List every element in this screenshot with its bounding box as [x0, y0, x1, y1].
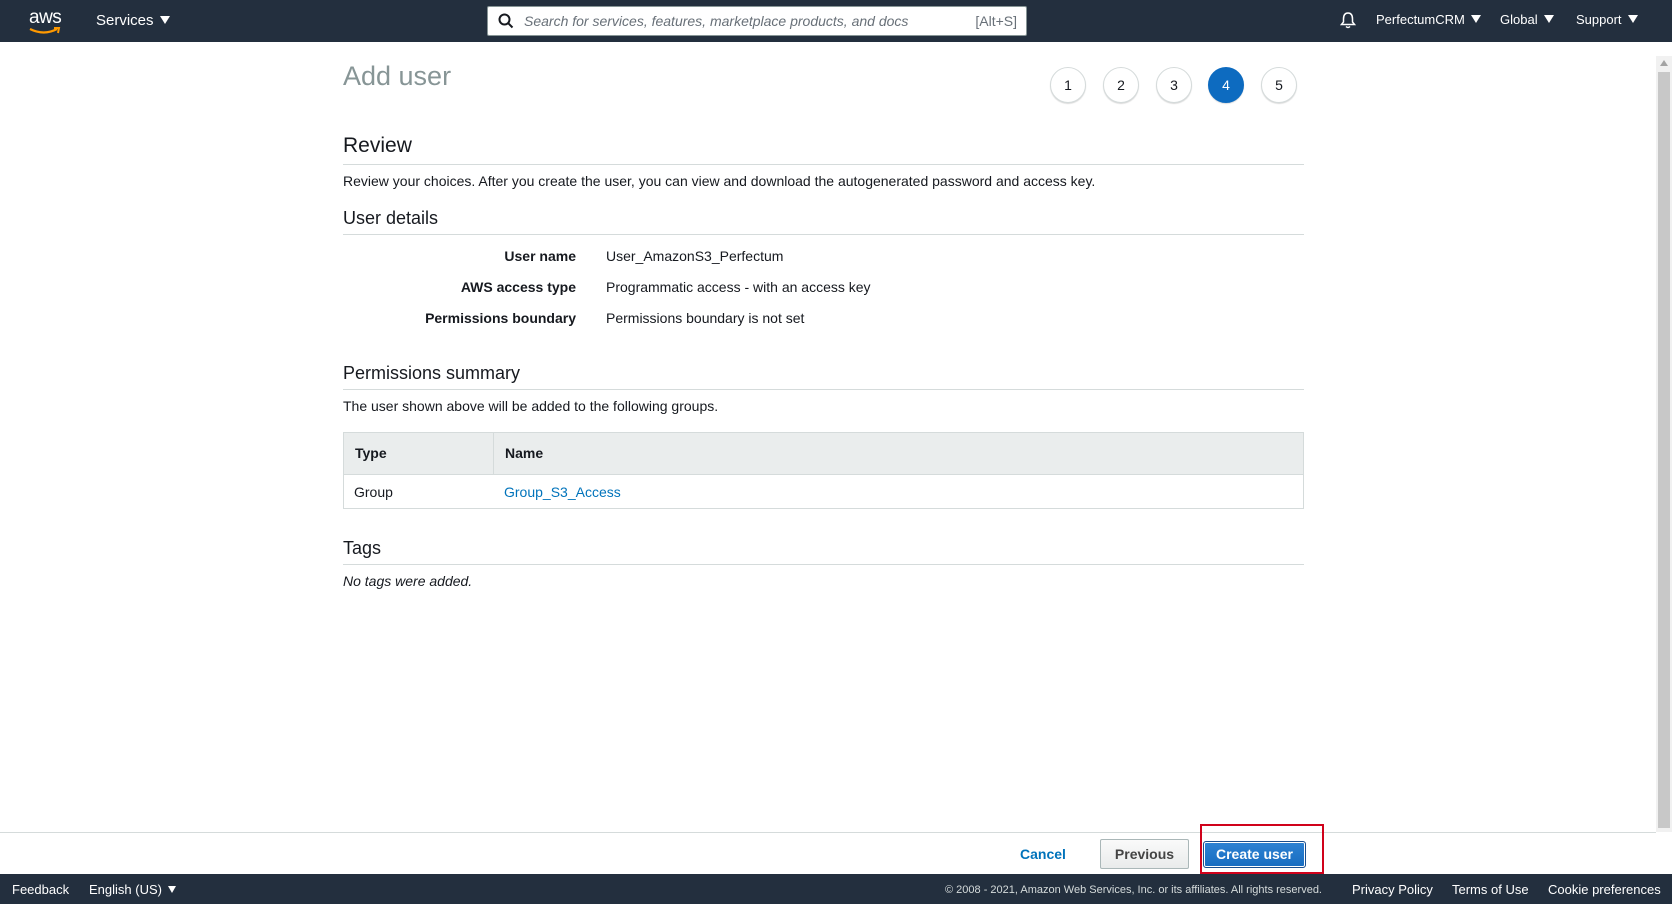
- no-tags-text: No tags were added.: [343, 573, 473, 589]
- search-input[interactable]: [524, 11, 944, 31]
- group-link[interactable]: Group_S3_Access: [494, 475, 621, 509]
- column-header-type[interactable]: Type: [344, 433, 494, 474]
- divider: [343, 564, 1304, 565]
- bell-icon[interactable]: [1340, 11, 1356, 29]
- create-user-button[interactable]: Create user: [1203, 841, 1306, 868]
- search-bar[interactable]: [Alt+S]: [487, 6, 1027, 36]
- cookie-preferences-link[interactable]: Cookie preferences: [1548, 882, 1661, 897]
- account-menu[interactable]: PerfectumCRM: [1376, 12, 1481, 27]
- language-selector[interactable]: English (US): [89, 882, 176, 897]
- row-type: Group: [354, 484, 393, 500]
- top-navigation: aws Services [Alt+S] PerfectumCRM Global…: [0, 0, 1672, 42]
- permissions-boundary-value: Permissions boundary is not set: [606, 310, 805, 326]
- page-title: Add user: [343, 61, 452, 91]
- user-name-label: User name: [504, 248, 576, 264]
- permissions-boundary-label: Permissions boundary: [425, 310, 576, 326]
- support-label: Support: [1576, 12, 1622, 27]
- region-label: Global: [1500, 12, 1538, 27]
- services-label: Services: [96, 12, 154, 29]
- chevron-down-icon: [159, 16, 170, 24]
- step-5[interactable]: 5: [1261, 67, 1297, 103]
- review-description: Review your choices. After you create th…: [343, 173, 1096, 189]
- user-name-value: User_AmazonS3_Perfectum: [606, 248, 784, 264]
- aws-smile-icon: [29, 27, 61, 34]
- account-label: PerfectumCRM: [1376, 12, 1465, 27]
- permissions-summary-heading: Permissions summary: [343, 363, 521, 383]
- column-header-name[interactable]: Name: [494, 433, 543, 474]
- search-icon: [498, 13, 514, 29]
- region-menu[interactable]: Global: [1500, 12, 1554, 27]
- chevron-down-icon: [1627, 15, 1638, 23]
- services-menu[interactable]: Services: [96, 12, 170, 29]
- scroll-up-arrow-icon[interactable]: [1660, 60, 1668, 66]
- wizard-action-bar: Cancel Previous: [0, 832, 1656, 874]
- tags-heading: Tags: [343, 538, 382, 558]
- step-3[interactable]: 3: [1156, 67, 1192, 103]
- step-2[interactable]: 2: [1103, 67, 1139, 103]
- vertical-scrollbar[interactable]: [1656, 56, 1672, 832]
- permissions-description: The user shown above will be added to th…: [343, 398, 719, 414]
- cancel-button[interactable]: Cancel: [1020, 846, 1066, 862]
- review-heading: Review: [343, 134, 412, 157]
- divider: [343, 164, 1304, 165]
- divider: [343, 234, 1304, 235]
- terms-of-use-link[interactable]: Terms of Use: [1452, 882, 1529, 897]
- chevron-down-icon: [1543, 15, 1554, 23]
- console-footer: Feedback English (US) © 2008 - 2021, Ama…: [0, 874, 1672, 904]
- table-header: Type Name: [344, 433, 1303, 475]
- privacy-policy-link[interactable]: Privacy Policy: [1352, 882, 1433, 897]
- aws-logo[interactable]: aws: [28, 6, 64, 36]
- table-row: Group Group_S3_Access: [344, 475, 1303, 509]
- step-1[interactable]: 1: [1050, 67, 1086, 103]
- chevron-down-icon: [1470, 15, 1481, 23]
- step-4-active: 4: [1208, 67, 1244, 103]
- access-type-label: AWS access type: [460, 279, 576, 295]
- chevron-down-icon: [167, 886, 176, 893]
- copyright-text: © 2008 - 2021, Amazon Web Services, Inc.…: [945, 884, 1322, 896]
- scroll-thumb[interactable]: [1658, 72, 1670, 828]
- access-type-value: Programmatic access - with an access key: [606, 279, 871, 295]
- previous-button[interactable]: Previous: [1100, 839, 1189, 869]
- support-menu[interactable]: Support: [1576, 12, 1638, 27]
- user-details-heading: User details: [343, 208, 439, 228]
- feedback-link[interactable]: Feedback: [12, 882, 69, 897]
- groups-table: Type Name Group Group_S3_Access: [343, 432, 1304, 509]
- divider: [343, 389, 1304, 390]
- search-shortcut-hint: [Alt+S]: [975, 13, 1017, 29]
- language-label: English (US): [89, 882, 162, 897]
